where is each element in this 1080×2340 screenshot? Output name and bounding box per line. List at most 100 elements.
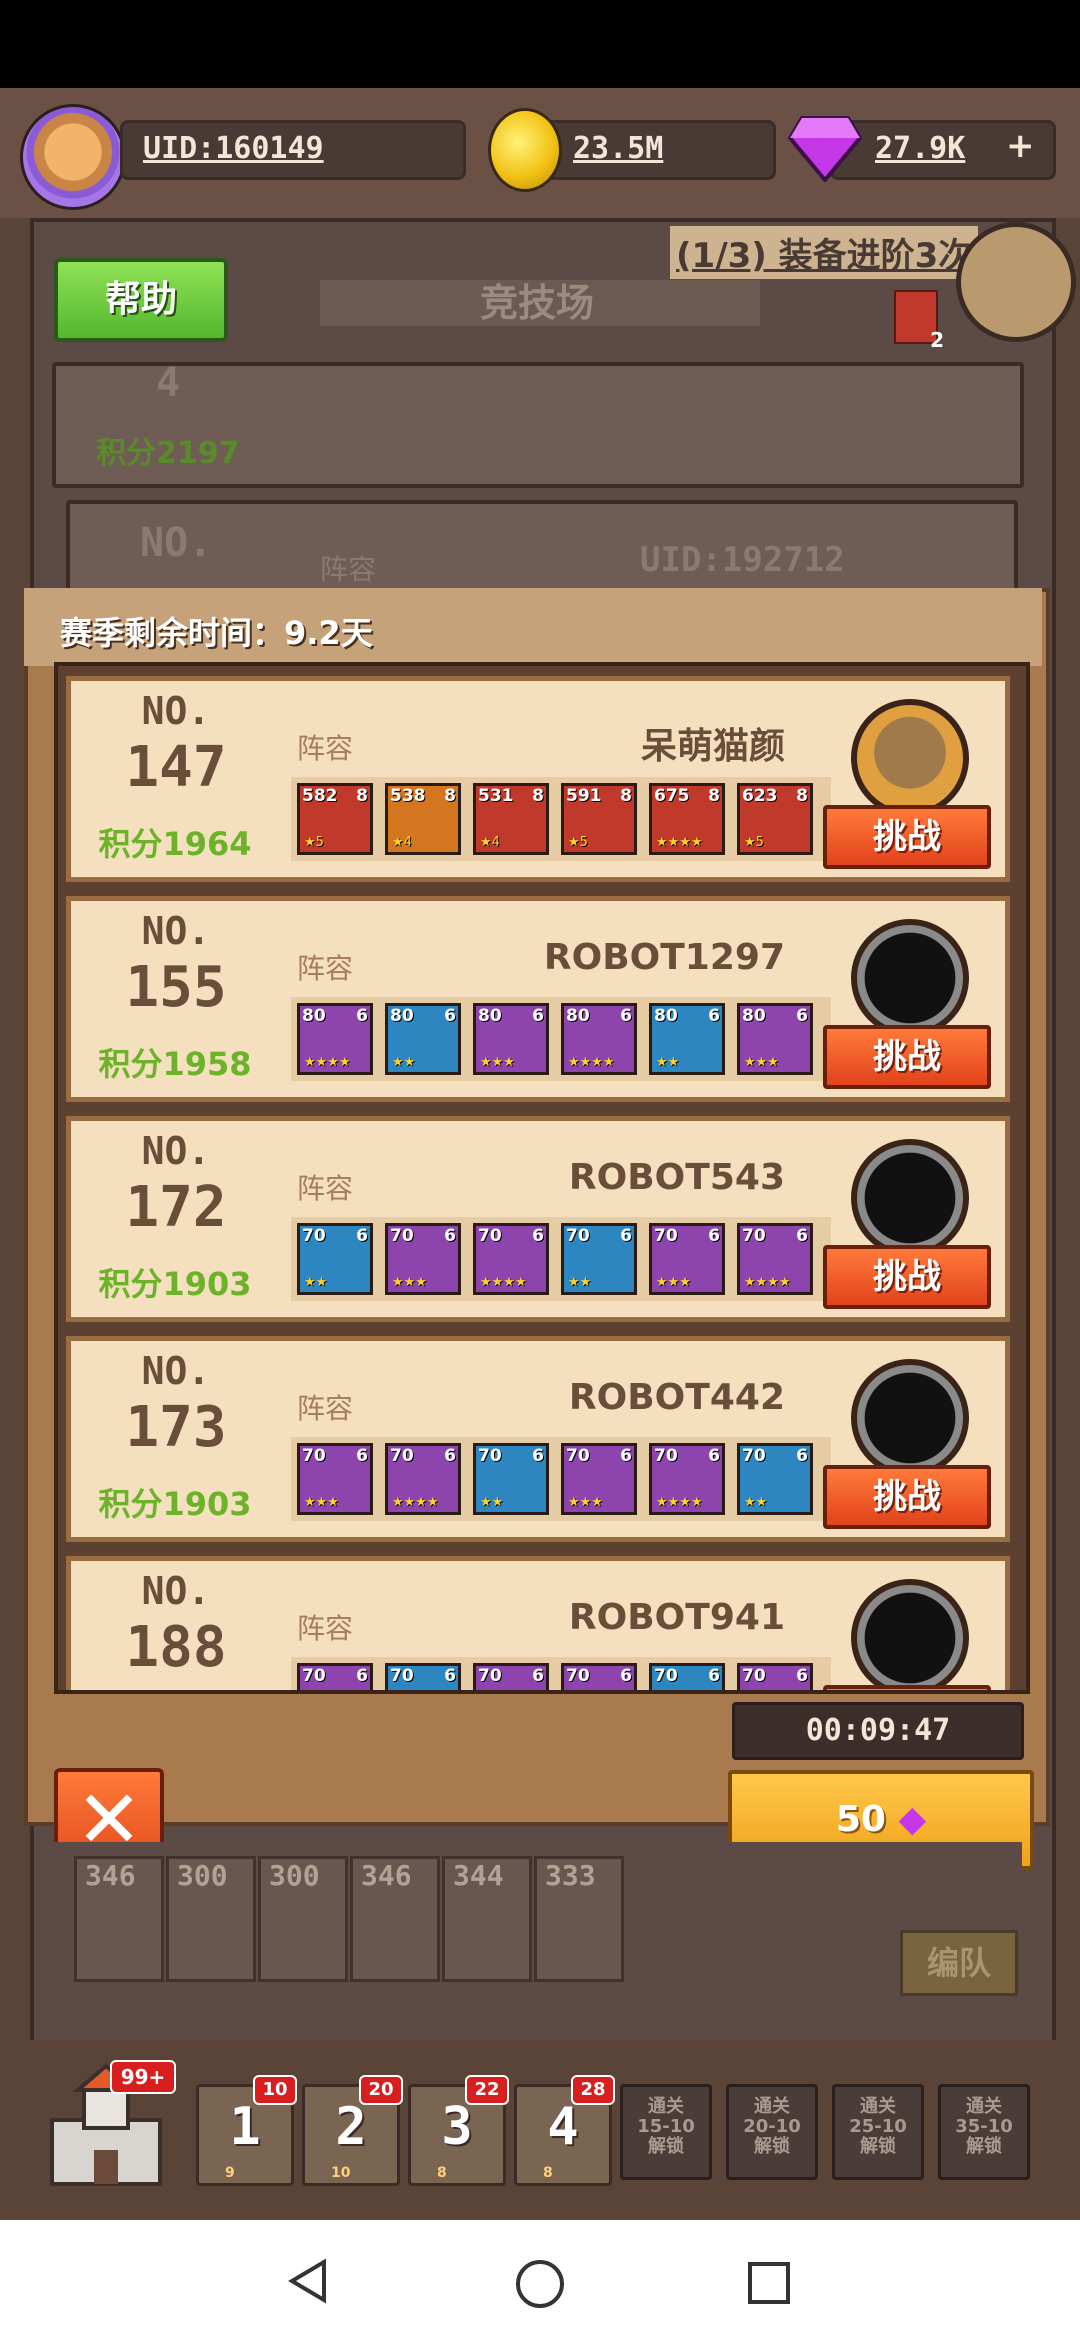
help-button[interactable]: 帮助 <box>54 258 228 342</box>
hero-slot-count: 6 <box>796 1666 808 1686</box>
hero-slot-count: 8 <box>708 786 720 806</box>
hero-slot[interactable]: 70 6 ★★★★ <box>649 1443 725 1515</box>
hero-slot[interactable]: 538 8 ★4 <box>385 783 461 855</box>
hero-slot[interactable]: 70 6 ★★ <box>737 1443 813 1515</box>
hero-slot[interactable]: 70 6 ★★ <box>473 1443 549 1515</box>
opponent-avatar[interactable] <box>851 1359 969 1477</box>
hero-level: 70 <box>654 1226 678 1246</box>
roster-hero-level: 346 <box>85 1859 136 1892</box>
locked-stage[interactable]: 通关 25-10 解锁 <box>832 2084 924 2180</box>
hero-slot[interactable]: 623 8 ★5 <box>737 783 813 855</box>
hero-slot[interactable]: 70 6 ★★ <box>297 1223 373 1295</box>
challenge-button[interactable]: 挑战 <box>823 1685 991 1690</box>
locked-stage[interactable]: 通关 20-10 解锁 <box>726 2084 818 2180</box>
add-gems-icon[interactable]: + <box>1006 126 1035 166</box>
challenge-button[interactable]: 挑战 <box>823 805 991 869</box>
formation-button[interactable]: 编队 <box>900 1930 1018 1996</box>
opponent-card: NO. 172 积分1903 阵容 ROBOT543 70 6 ★★ 70 6 ★★★ … <box>66 1116 1010 1322</box>
hero-slot[interactable]: 80 6 ★★★★ <box>561 1003 637 1075</box>
player-avatar[interactable] <box>20 104 126 210</box>
hero-level: 80 <box>390 1006 414 1026</box>
hero-slot[interactable]: 80 6 ★★ <box>649 1003 725 1075</box>
roster-hero-card[interactable]: 300 <box>258 1856 348 1982</box>
gold-amount: 23.5M <box>573 131 664 166</box>
hero-slot[interactable]: 70 6 ★★★ <box>385 1223 461 1295</box>
hero-level: 70 <box>566 1446 590 1466</box>
opponent-avatar[interactable] <box>851 1139 969 1257</box>
locked-stage[interactable]: 通关 35-10 解锁 <box>938 2084 1030 2180</box>
opponent-avatar[interactable] <box>851 919 969 1037</box>
hero-slot[interactable]: 70 6 <box>737 1663 813 1690</box>
hero-slot[interactable]: 70 6 <box>297 1663 373 1690</box>
roster-hero-card[interactable]: 300 <box>166 1856 256 1982</box>
hero-slot[interactable]: 70 6 ★★★★ <box>385 1443 461 1515</box>
hero-stars: ★4 <box>480 835 500 850</box>
hero-slot[interactable]: 70 6 ★★ <box>561 1223 637 1295</box>
season-remaining-label: 赛季剩余时间：9.2天 <box>60 614 373 652</box>
hero-slot[interactable]: 70 6 ★★★ <box>297 1443 373 1515</box>
hero-slot[interactable]: 80 6 ★★★ <box>473 1003 549 1075</box>
hero-slot[interactable]: 582 8 ★5 <box>297 783 373 855</box>
hero-slot[interactable]: 591 8 ★5 <box>561 783 637 855</box>
hero-slot[interactable]: 80 6 ★★★★ <box>297 1003 373 1075</box>
hero-stars: ★★★ <box>568 1495 603 1510</box>
opponent-avatar[interactable] <box>851 1579 969 1690</box>
recents-icon[interactable] <box>746 2260 792 2306</box>
refresh-cost: 50 <box>835 1799 886 1840</box>
ticket-count: 2 <box>930 328 944 352</box>
hero-stars: ★★★★ <box>568 1055 615 1070</box>
hero-slot-count: 6 <box>444 1666 456 1686</box>
home-icon[interactable] <box>514 2258 566 2310</box>
stage-number: 2 <box>335 2097 367 2157</box>
hero-slot[interactable]: 70 6 ★★★ <box>561 1443 637 1515</box>
roster-hero-card[interactable]: 333 <box>534 1856 624 1982</box>
hero-level: 538 <box>390 786 426 806</box>
hero-slot[interactable]: 70 6 ★★★★ <box>473 1223 549 1295</box>
locked-line: 35-10 <box>955 2116 1013 2137</box>
hero-slot[interactable]: 70 6 ★★★ <box>649 1223 725 1295</box>
quest-scroll-icon[interactable] <box>956 222 1076 342</box>
hero-level: 70 <box>390 1666 414 1686</box>
locked-stage[interactable]: 通关 15-10 解锁 <box>620 2084 712 2180</box>
quest-text[interactable]: (1/3) 装备进阶3次 <box>670 226 979 279</box>
roster-hero-card[interactable]: 344 <box>442 1856 532 1982</box>
hero-slot[interactable]: 70 6 <box>385 1663 461 1690</box>
bg-no: NO. <box>140 520 213 566</box>
hero-slot[interactable]: 531 8 ★4 <box>473 783 549 855</box>
hero-slot[interactable]: 80 6 ★★★ <box>737 1003 813 1075</box>
hero-slot[interactable]: 70 6 <box>649 1663 725 1690</box>
opponent-avatar[interactable] <box>851 699 969 817</box>
roster-hero-card[interactable]: 346 <box>350 1856 440 1982</box>
uid-text: UID:160149 <box>143 131 324 166</box>
back-icon[interactable] <box>286 2258 332 2304</box>
lineup-label: 阵容 <box>297 1392 354 1425</box>
hero-stars: ★★★ <box>480 1055 515 1070</box>
gold-coin-icon <box>488 108 562 192</box>
stage-button[interactable]: 2 20 10 <box>302 2075 403 2186</box>
hero-slot[interactable]: 70 6 ★★★★ <box>737 1223 813 1295</box>
hero-level: 70 <box>390 1226 414 1246</box>
hero-stars: ★★ <box>480 1495 504 1510</box>
hero-stars: ★★ <box>568 1275 592 1290</box>
hero-slot[interactable]: 675 8 ★★★★ <box>649 783 725 855</box>
hero-slot[interactable]: 70 6 <box>561 1663 637 1690</box>
hero-slot-count: 8 <box>356 786 368 806</box>
hero-stars: ★★★ <box>304 1495 339 1510</box>
hero-level: 70 <box>742 1666 766 1686</box>
challenge-button[interactable]: 挑战 <box>823 1025 991 1089</box>
uid-pill[interactable]: UID:160149 <box>120 120 466 180</box>
hero-slot[interactable]: 80 6 ★★ <box>385 1003 461 1075</box>
hero-level: 70 <box>654 1666 678 1686</box>
stage-button[interactable]: 1 10 9 <box>196 2075 297 2186</box>
challenge-button[interactable]: 挑战 <box>823 1245 991 1309</box>
opponent-list[interactable]: NO. 147 积分1964 阵容 呆萌猫颜 582 8 ★5 538 8 ★4 531… <box>54 662 1030 1694</box>
stage-button[interactable]: 3 22 8 <box>408 2075 509 2186</box>
locked-line: 解锁 <box>754 2136 790 2157</box>
challenge-button[interactable]: 挑战 <box>823 1465 991 1529</box>
hero-slot-count: 8 <box>532 786 544 806</box>
stage-button[interactable]: 4 28 8 <box>514 2075 615 2186</box>
hero-level: 70 <box>302 1226 326 1246</box>
hero-slot[interactable]: 70 6 <box>473 1663 549 1690</box>
hero-slot-count: 6 <box>356 1446 368 1466</box>
roster-hero-card[interactable]: 346 <box>74 1856 164 1982</box>
